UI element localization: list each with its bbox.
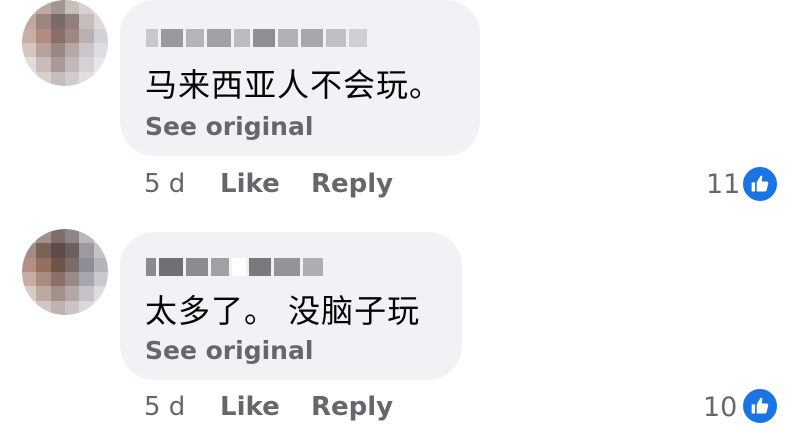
avatar[interactable] (22, 0, 108, 86)
like-button[interactable]: Like (220, 392, 280, 422)
reaction-count[interactable]: 10 (703, 392, 737, 423)
comment-timestamp[interactable]: 5 d (144, 169, 185, 199)
thumbs-up-icon[interactable] (741, 165, 779, 203)
author-name[interactable] (146, 254, 323, 280)
like-button[interactable]: Like (220, 169, 280, 199)
author-name[interactable] (146, 25, 367, 51)
comment-text: 马来西亚人不会玩。 (145, 66, 443, 104)
see-original-link[interactable]: See original (145, 112, 313, 141)
comment-text: 太多了。 没脑子玩 (145, 292, 421, 330)
reaction-count[interactable]: 11 (706, 169, 740, 200)
comment-timestamp[interactable]: 5 d (144, 392, 185, 422)
reply-button[interactable]: Reply (311, 169, 393, 199)
thumbs-up-icon[interactable] (741, 387, 779, 425)
see-original-link[interactable]: See original (145, 336, 313, 365)
avatar[interactable] (22, 229, 108, 315)
reply-button[interactable]: Reply (311, 392, 393, 422)
